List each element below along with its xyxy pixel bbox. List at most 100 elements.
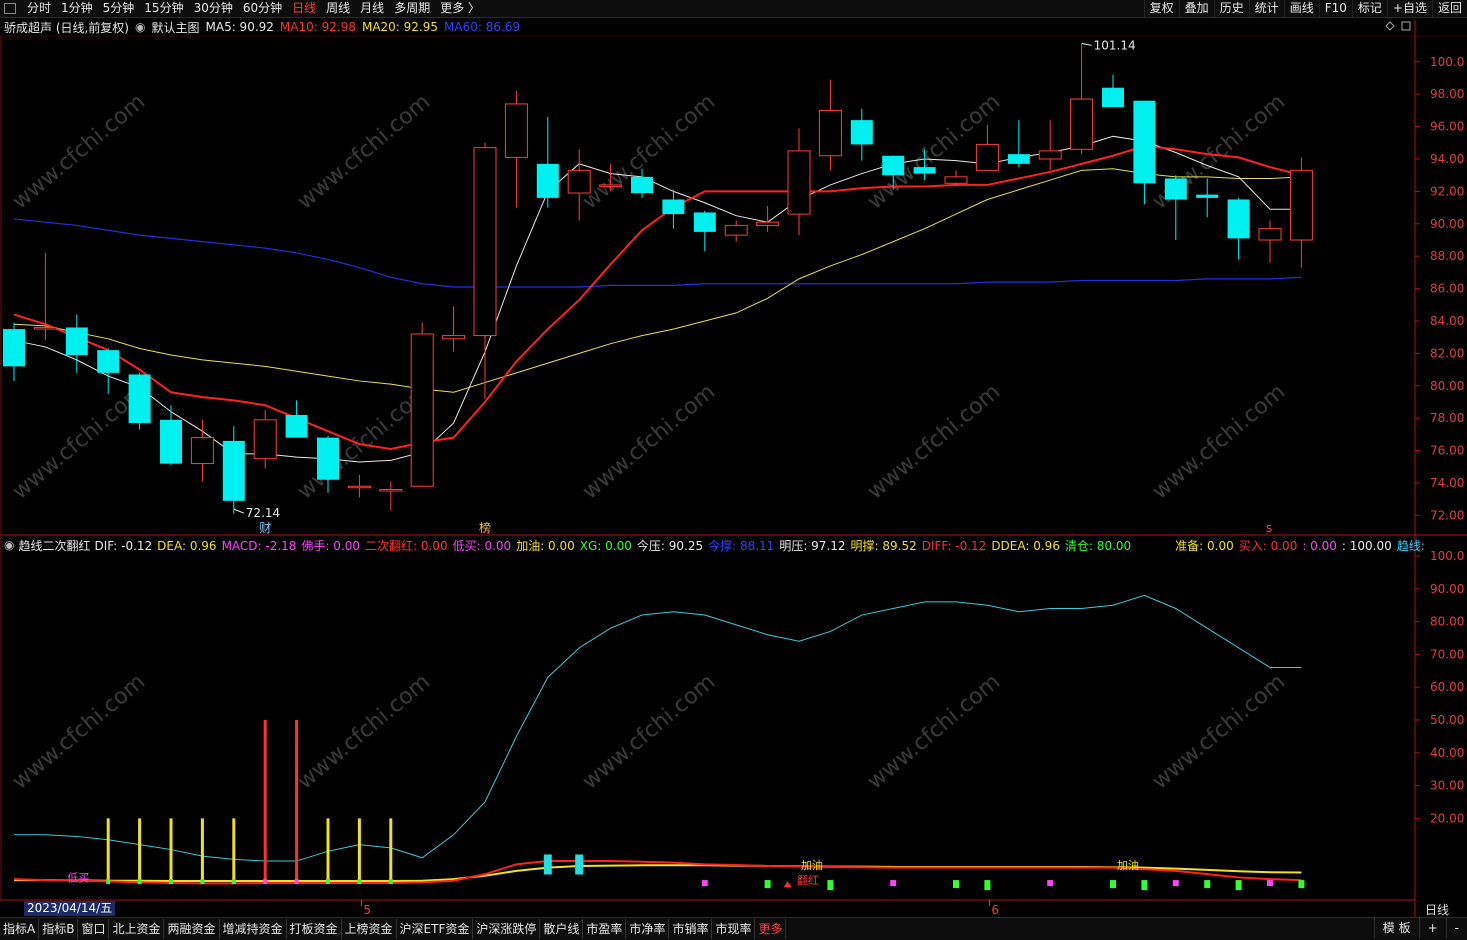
sub-axis-label: 30.00	[1430, 779, 1464, 793]
signal-marker	[1235, 880, 1242, 891]
label-jiayou-2: 加油	[1117, 858, 1139, 872]
indicator-toggle-icon[interactable]: ◉	[4, 538, 14, 552]
indicator-value-16: 买入: 0.00	[1238, 538, 1298, 553]
toolbar-button-4[interactable]: 画线	[1283, 0, 1319, 17]
indicator-name[interactable]: 趋线二次翻红	[18, 537, 90, 554]
chart-canvas[interactable]: www.cfchi.com www.cfchi.com www.cfchi.com w…	[0, 0, 1467, 939]
watermark-text: www.cfchi.com	[8, 89, 150, 214]
candle-body-down	[65, 327, 88, 356]
indicator-tabs: 指标A 指标B 窗口 北上资金 两融资金 增减持资金 打板资金 上榜资金 沪深ETF资金 沪深涨跌…	[0, 919, 787, 939]
bottom-right-0[interactable]: 模 板	[1373, 918, 1419, 938]
bottom-tab-5[interactable]: 增减持资金	[220, 919, 287, 939]
signal-marker	[231, 879, 236, 885]
toolbar-button-2[interactable]: 历史	[1213, 0, 1249, 17]
stock-title[interactable]: 骄成超声 (日线,前复权)	[4, 19, 129, 36]
indicator-value-19: 趋线:	[1396, 538, 1425, 553]
toolbar-button-5[interactable]: F10	[1318, 0, 1352, 17]
buy-arrow-icon	[783, 881, 792, 888]
tab-8[interactable]: 月线	[355, 0, 389, 17]
tab-6[interactable]: 日线	[287, 0, 321, 17]
tab-10[interactable]: 更多 〉	[435, 0, 485, 17]
candle-body-down	[97, 350, 120, 373]
bottom-tab-10[interactable]: 散户线	[540, 919, 584, 939]
main-chart-header: 骄成超声 (日线,前复权) ◉ 默认主图 MA5: 90.92 MA10: 92.…	[0, 18, 1415, 36]
indicator-value-17: : 0.00	[1302, 538, 1337, 553]
main-axis-label: 76.00	[1430, 444, 1464, 458]
high-price-label: 101.14	[1094, 38, 1136, 52]
bottom-tab-9[interactable]: 沪深涨跌停	[473, 919, 541, 939]
toolbar-button-8[interactable]: 返回	[1431, 0, 1467, 17]
sub-axis-label: 50.00	[1430, 713, 1464, 727]
template-name[interactable]: 默认主图	[151, 19, 199, 36]
toolbar-button-7[interactable]: +自选	[1386, 0, 1432, 17]
watermark-text: www.cfchi.com	[578, 379, 720, 504]
bottom-tab-13[interactable]: 市销率	[669, 919, 713, 939]
toolbar-button-0[interactable]: 复权	[1143, 0, 1179, 17]
bottom-right-1[interactable]: +	[1418, 918, 1446, 938]
indicator-value-11: 明撑: 89.52	[850, 538, 917, 553]
toolbar-button-3[interactable]: 统计	[1248, 0, 1284, 17]
tab-7[interactable]: 周线	[321, 0, 355, 17]
low-pointer	[233, 508, 244, 514]
bottom-tab-4[interactable]: 两融资金	[164, 919, 220, 939]
bottom-tab-6[interactable]: 打板资金	[287, 919, 342, 939]
indicator-value-7: XG: 0.00	[579, 538, 632, 553]
candle-body-up	[724, 224, 748, 236]
bottom-tab-1[interactable]: 指标B	[39, 919, 79, 939]
tab-3[interactable]: 15分钟	[139, 0, 188, 17]
watermark-text: www.cfchi.com	[578, 89, 720, 214]
tab-2[interactable]: 5分钟	[98, 0, 140, 17]
bottom-tab-8[interactable]: 沪深ETF资金	[397, 919, 474, 939]
bottom-tab-11[interactable]: 市盈率	[583, 919, 627, 939]
label-jiayou-1: 加油	[801, 858, 823, 872]
signal-marker	[357, 879, 362, 885]
indicator-value-14: 清仓: 80.00	[1064, 538, 1132, 553]
bottom-tab-2[interactable]: 窗口	[78, 919, 110, 939]
template-toggle-icon[interactable]: ◉	[135, 20, 145, 34]
main-axis-label: 98.00	[1430, 87, 1464, 101]
tab-1[interactable]: 1分钟	[56, 0, 98, 17]
candle-body-up	[1038, 150, 1062, 160]
candle-body-up	[1258, 228, 1282, 241]
watermark-text: www.cfchi.com	[1148, 379, 1290, 504]
bottom-right-2[interactable]: -	[1445, 918, 1467, 938]
main-axis-label: 88.00	[1430, 249, 1464, 263]
candle-body-up	[944, 176, 968, 184]
ma-label-0: MA5: 90.92	[205, 20, 274, 34]
tab-9[interactable]: 多周期	[389, 0, 435, 17]
watermark-text: www.cfchi.com	[863, 669, 1005, 794]
signal-marker	[1110, 880, 1116, 889]
candle-body-up	[473, 147, 497, 337]
signal-marker	[764, 880, 771, 889]
bottom-tab-7[interactable]: 上榜资金	[342, 919, 397, 939]
toolbar-button-6[interactable]: 标记	[1351, 0, 1387, 17]
bottom-tab-12[interactable]: 市净率	[626, 919, 670, 939]
indicator-value-9: 今撑: 88.11	[708, 538, 775, 553]
tab-0[interactable]: 分时	[22, 0, 56, 17]
tab-4[interactable]: 30分钟	[189, 0, 238, 17]
candle-body-down	[536, 163, 559, 198]
toolbar-button-1[interactable]: 叠加	[1178, 0, 1214, 17]
main-axis-label: 100.0	[1430, 55, 1464, 69]
indicator-values: DIF: -0.12 DEA: 0.96 MACD: -2.18 佛手: 0.00 二次…	[95, 537, 1430, 554]
ma-label-1: MA10: 92.98	[279, 20, 356, 34]
signal-marker	[326, 879, 330, 885]
tab-5[interactable]: 60分钟	[238, 0, 287, 17]
sub-axis-label: 70.00	[1430, 647, 1464, 661]
candle-body-down	[662, 199, 685, 215]
indicator-value-18: : 100.00	[1341, 538, 1392, 553]
main-axis-label: 86.00	[1430, 282, 1464, 296]
candle-body-down	[1133, 100, 1156, 184]
bottom-tab-0[interactable]: 指标A	[0, 919, 40, 939]
candle-body-up	[599, 184, 623, 187]
candle-body-up	[756, 221, 780, 226]
indicator-value-4: 二次翻红: 0.00	[365, 538, 448, 553]
candle-body-down	[285, 414, 308, 438]
bottom-tab-14[interactable]: 市现率	[712, 919, 756, 939]
signal-marker	[1298, 880, 1305, 889]
bottom-tab-3[interactable]: 北上资金	[109, 919, 165, 939]
bottom-tab-15[interactable]: 更多	[755, 919, 787, 939]
watermark-text: www.cfchi.com	[578, 669, 720, 794]
window-icon[interactable]	[4, 3, 16, 14]
main-axis-label: 94.00	[1430, 152, 1464, 166]
